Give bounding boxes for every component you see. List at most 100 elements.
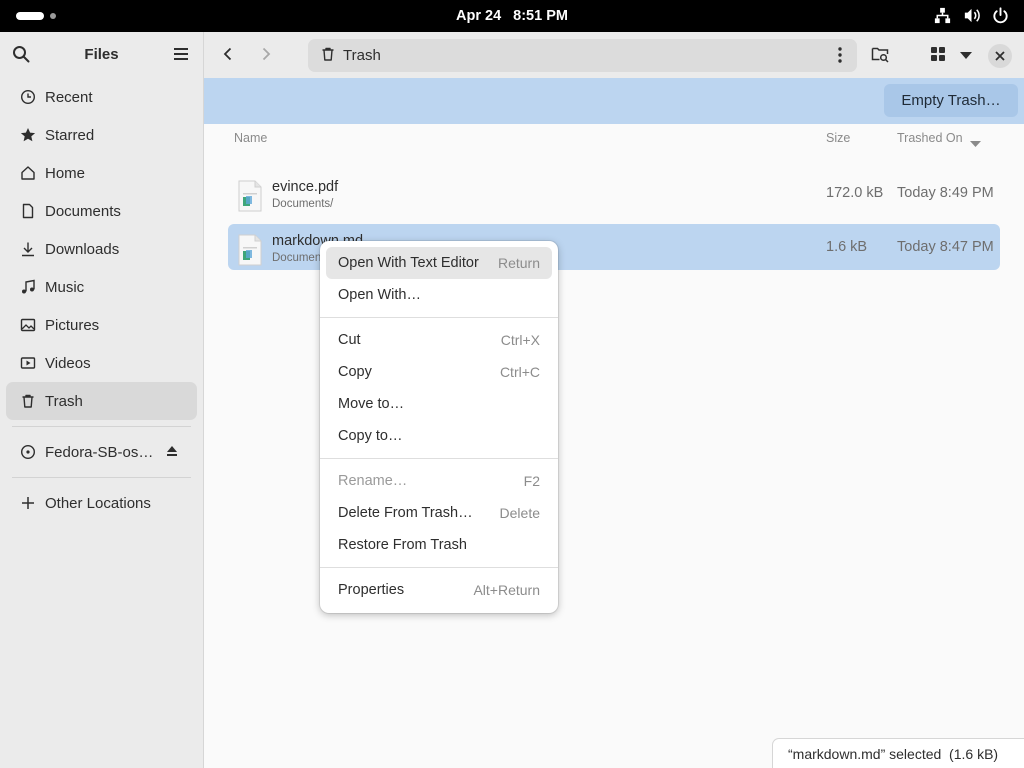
menu-item-delete-from-trash[interactable]: Delete From Trash… Delete bbox=[326, 497, 552, 529]
sidebar: Files Recent Starred Home Documents Down… bbox=[0, 32, 204, 768]
menu-item-restore-from-trash[interactable]: Restore From Trash bbox=[326, 529, 552, 561]
grid-view-button[interactable] bbox=[923, 41, 953, 69]
back-button[interactable] bbox=[213, 41, 243, 69]
sidebar-places: Recent Starred Home Documents Downloads … bbox=[0, 78, 203, 522]
picture-icon bbox=[20, 317, 36, 333]
volume-icon[interactable] bbox=[962, 6, 981, 25]
menu-item-properties[interactable]: Properties Alt+Return bbox=[326, 574, 552, 606]
menu-item-label: Copy bbox=[338, 364, 372, 380]
file-name: evince.pdf bbox=[272, 179, 339, 195]
close-icon bbox=[995, 48, 1005, 64]
sidebar-item-label: Trash bbox=[45, 392, 83, 410]
file-trashed-date: Today 8:47 PM bbox=[897, 239, 994, 255]
close-button[interactable] bbox=[988, 44, 1012, 68]
menu-item-label: Rename… bbox=[338, 473, 408, 489]
menu-item-label: Properties bbox=[338, 582, 405, 598]
video-icon bbox=[20, 355, 36, 371]
menu-item-label: Restore From Trash bbox=[338, 537, 467, 553]
more-options-icon[interactable] bbox=[829, 44, 851, 66]
menu-item-label: Delete From Trash… bbox=[338, 505, 473, 521]
view-options-button[interactable] bbox=[951, 41, 981, 69]
file-path: Documents/ bbox=[272, 198, 334, 210]
chevron-right-icon bbox=[258, 46, 274, 65]
menu-item-rename: Rename… F2 bbox=[326, 465, 552, 497]
clock[interactable]: Apr 24 8:51 PM bbox=[0, 0, 1024, 32]
location-label: Trash bbox=[343, 47, 381, 64]
sidebar-item-videos[interactable]: Videos bbox=[6, 344, 197, 382]
clock-time: 8:51 PM bbox=[513, 8, 568, 24]
menu-item-shortcut: Ctrl+X bbox=[500, 332, 540, 348]
column-header-name[interactable]: Name bbox=[234, 131, 267, 145]
menu-item-label: Open With… bbox=[338, 287, 421, 303]
trash-icon bbox=[320, 46, 336, 65]
sidebar-item-downloads[interactable]: Downloads bbox=[6, 230, 197, 268]
menu-item-copy[interactable]: Copy Ctrl+C bbox=[326, 356, 552, 388]
home-icon bbox=[20, 165, 36, 181]
top-bar: Apr 24 8:51 PM bbox=[0, 0, 1024, 32]
search-folder-button[interactable] bbox=[865, 41, 895, 69]
menu-item-cut[interactable]: Cut Ctrl+X bbox=[326, 324, 552, 356]
clock-icon bbox=[20, 89, 36, 105]
sidebar-item-label: Music bbox=[45, 278, 85, 296]
trash-icon bbox=[20, 393, 36, 409]
sidebar-item-recent[interactable]: Recent bbox=[6, 78, 197, 116]
sidebar-item-pictures[interactable]: Pictures bbox=[6, 306, 197, 344]
menu-separator bbox=[320, 317, 558, 318]
file-size: 1.6 kB bbox=[826, 239, 868, 255]
menu-item-shortcut: Delete bbox=[499, 505, 540, 521]
menu-item-copy-to[interactable]: Copy to… bbox=[326, 420, 552, 452]
file-trashed-date: Today 8:49 PM bbox=[897, 185, 994, 201]
menu-item-label: Copy to… bbox=[338, 428, 403, 444]
column-header-size[interactable]: Size bbox=[826, 131, 850, 145]
sidebar-item-volume[interactable]: Fedora-SB-os… bbox=[6, 433, 197, 471]
sort-descending-icon[interactable] bbox=[970, 135, 981, 151]
power-icon[interactable] bbox=[991, 6, 1010, 25]
sidebar-item-home[interactable]: Home bbox=[6, 154, 197, 192]
system-tray[interactable] bbox=[933, 6, 1010, 25]
disc-icon bbox=[20, 444, 36, 460]
sidebar-item-label: Pictures bbox=[45, 316, 100, 334]
sidebar-item-label: Fedora-SB-os… bbox=[45, 443, 154, 461]
sidebar-item-label: Documents bbox=[45, 202, 121, 220]
document-icon bbox=[20, 203, 36, 219]
empty-trash-button[interactable]: Empty Trash… bbox=[884, 84, 1018, 117]
network-icon[interactable] bbox=[933, 6, 952, 25]
menu-item-label: Cut bbox=[338, 332, 361, 348]
menu-item-open-with[interactable]: Open With… bbox=[326, 279, 552, 311]
chevron-down-icon bbox=[960, 47, 972, 63]
menu-item-label: Open With Text Editor bbox=[338, 255, 479, 271]
menu-item-open-with-text-editor[interactable]: Open With Text Editor Return bbox=[326, 247, 552, 279]
table-row[interactable]: evince.pdf Documents/ 172.0 kB Today 8:4… bbox=[228, 170, 1000, 216]
sidebar-item-trash[interactable]: Trash bbox=[6, 382, 197, 420]
sidebar-item-label: Downloads bbox=[45, 240, 120, 258]
plus-icon bbox=[20, 495, 36, 511]
file-icon bbox=[237, 180, 263, 212]
sidebar-item-music[interactable]: Music bbox=[6, 268, 197, 306]
menu-separator bbox=[320, 458, 558, 459]
context-menu: Open With Text Editor Return Open With… … bbox=[320, 241, 558, 613]
sidebar-item-label: Home bbox=[45, 164, 86, 182]
location-bar[interactable]: Trash bbox=[308, 39, 857, 72]
forward-button[interactable] bbox=[251, 41, 281, 69]
clock-date: Apr 24 bbox=[456, 8, 502, 24]
header-bar: Trash bbox=[204, 32, 1024, 78]
sidebar-item-label: Starred bbox=[45, 126, 95, 144]
menu-item-shortcut: Ctrl+C bbox=[499, 364, 540, 380]
menu-item-shortcut: Return bbox=[497, 255, 540, 271]
music-icon bbox=[20, 279, 36, 295]
star-icon bbox=[20, 127, 36, 143]
sidebar-item-label: Videos bbox=[45, 354, 91, 372]
hamburger-menu-icon[interactable] bbox=[173, 46, 189, 65]
sidebar-item-label: Recent bbox=[45, 88, 93, 106]
chevron-left-icon bbox=[220, 46, 236, 65]
file-icon bbox=[237, 234, 263, 266]
column-header-trashed-on[interactable]: Trashed On bbox=[897, 131, 963, 145]
sidebar-item-other-locations[interactable]: Other Locations bbox=[6, 484, 197, 522]
sidebar-item-documents[interactable]: Documents bbox=[6, 192, 197, 230]
sidebar-item-starred[interactable]: Starred bbox=[6, 116, 197, 154]
sidebar-divider bbox=[12, 426, 191, 427]
menu-item-label: Move to… bbox=[338, 396, 405, 412]
sidebar-item-label: Other Locations bbox=[45, 494, 151, 512]
eject-icon[interactable] bbox=[165, 444, 179, 462]
menu-item-move-to[interactable]: Move to… bbox=[326, 388, 552, 420]
